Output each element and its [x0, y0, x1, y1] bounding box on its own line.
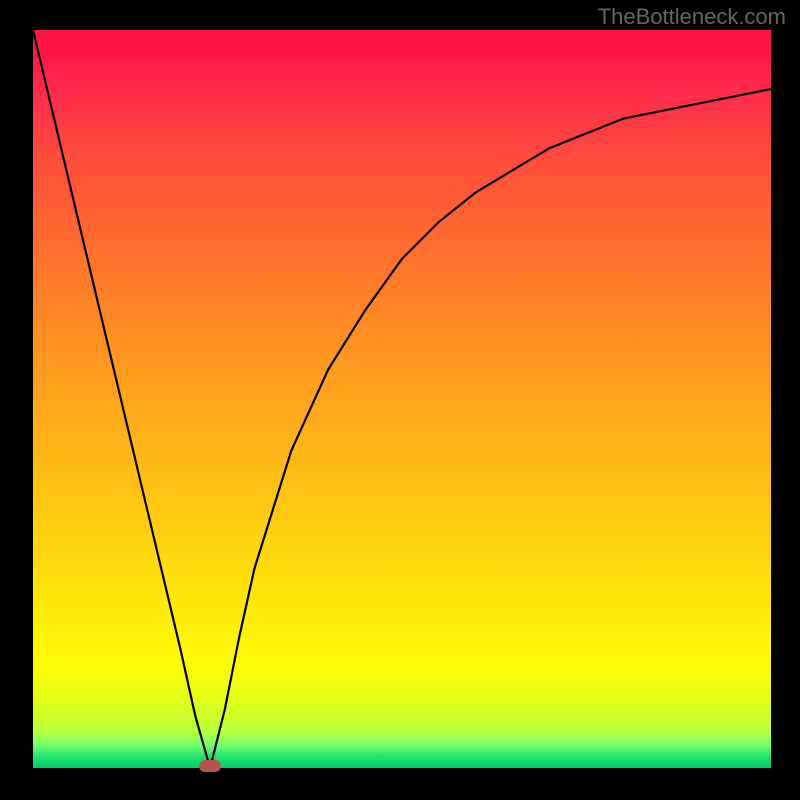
gradient-background [33, 30, 771, 768]
optimal-marker [199, 760, 221, 772]
chart-container [33, 30, 771, 768]
attribution-text: TheBottleneck.com [598, 4, 786, 30]
